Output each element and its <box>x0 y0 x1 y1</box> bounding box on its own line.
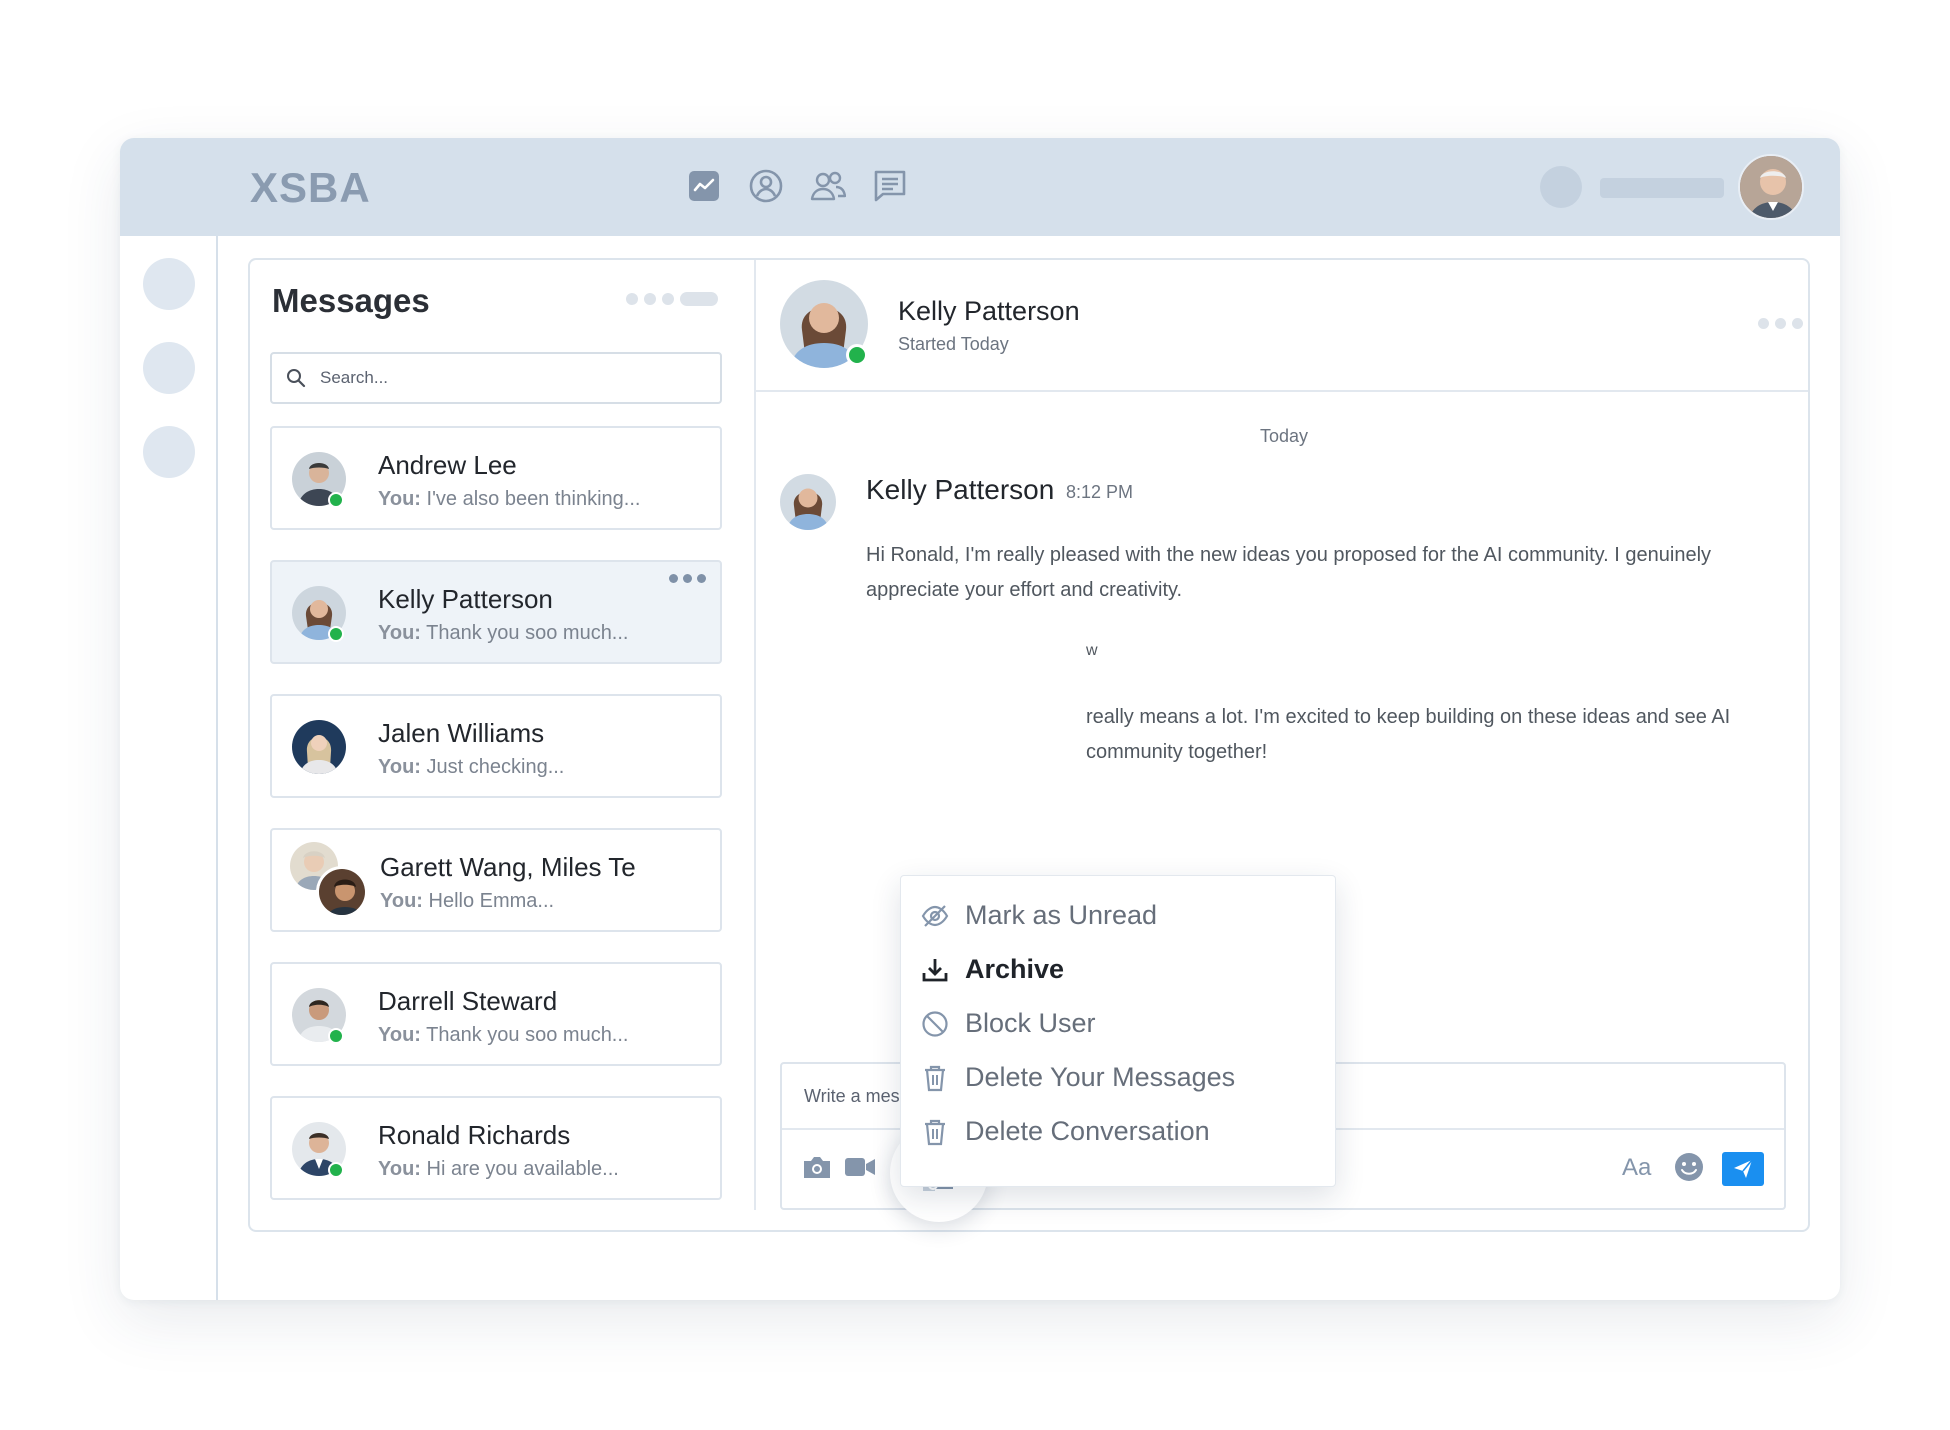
conversation-preview: You: I've also been thinking... <box>378 488 641 510</box>
menu-item-archive[interactable]: Archive <box>921 954 1064 985</box>
message-time: 8:12 PM <box>1066 482 1134 502</box>
top-bar: XSBA <box>120 138 1840 236</box>
conversation-name: Kelly Patterson <box>378 584 553 614</box>
account-icon[interactable] <box>746 166 786 206</box>
menu-item-delete-conversation[interactable]: Delete Conversation <box>921 1116 1210 1147</box>
search-placeholder: Search... <box>320 368 389 387</box>
download-icon <box>922 958 948 981</box>
chat-more-icon[interactable] <box>1758 318 1803 329</box>
search-icon <box>287 369 306 388</box>
app-window: XSBA Messages Search... Andrew Lee You: … <box>120 138 1840 1300</box>
message-text: Hi Ronald, I'm really pleased with the n… <box>866 544 1712 601</box>
avatar <box>316 866 368 918</box>
conversation-name: Andrew Lee <box>378 450 517 480</box>
video-icon[interactable] <box>844 1156 876 1178</box>
reply-text: really means a lot. I'm excited to keep … <box>1086 706 1731 763</box>
send-button[interactable] <box>1722 1152 1764 1186</box>
conversation-item-active[interactable]: Kelly Patterson You: Thank you soo much.… <box>270 560 722 664</box>
chat-contact-name: Kelly Patterson <box>898 296 1080 326</box>
message-avatar <box>780 474 836 530</box>
conversation-item[interactable]: Andrew Lee You: I've also been thinking.… <box>270 426 722 530</box>
conversation-preview: You: Just checking... <box>378 756 565 778</box>
menu-item-block-user[interactable]: Block User <box>921 1008 1096 1039</box>
list-divider <box>754 260 756 1210</box>
text-format-button[interactable]: Aa <box>1622 1154 1651 1182</box>
trash-icon <box>925 1065 945 1091</box>
menu-item-delete-messages[interactable]: Delete Your Messages <box>921 1062 1235 1093</box>
emoji-icon[interactable] <box>1674 1152 1704 1182</box>
chat-icon[interactable] <box>870 166 910 206</box>
conversation-item[interactable]: Ronald Richards You: Hi are you availabl… <box>270 1096 722 1200</box>
messages-options-placeholder[interactable] <box>626 292 718 306</box>
username-placeholder <box>1600 178 1724 198</box>
chat-subtitle: Started Today <box>898 334 1009 354</box>
block-icon <box>922 1010 948 1037</box>
send-icon <box>1734 1159 1753 1178</box>
eye-off-icon <box>921 904 949 927</box>
online-indicator <box>846 344 868 366</box>
analytics-icon[interactable] <box>684 166 724 206</box>
conversation-item[interactable]: Darrell Steward You: Thank you soo much.… <box>270 962 722 1066</box>
people-icon[interactable] <box>808 166 848 206</box>
search-input[interactable]: Search... <box>270 352 722 404</box>
rail-item-2[interactable] <box>143 342 195 394</box>
notification-placeholder <box>1540 166 1582 208</box>
side-rail <box>120 236 218 1300</box>
conversation-context-menu: Mark as Unread Archive Block User Delete… <box>900 875 1336 1187</box>
online-indicator <box>328 626 344 642</box>
app-logo[interactable]: XSBA <box>250 164 371 212</box>
online-indicator <box>328 492 344 508</box>
conversation-name: Garett Wang, Miles Te <box>380 852 636 882</box>
hidden-message-fragment: w <box>1086 642 1098 659</box>
day-separator: Today <box>1260 426 1309 446</box>
conversation-name: Darrell Steward <box>378 986 558 1016</box>
conversation-preview: You: Thank you soo much... <box>378 1024 629 1046</box>
conversation-item[interactable]: Jalen Williams You: Just checking... <box>270 694 722 798</box>
online-indicator <box>328 1028 344 1044</box>
messages-panel: Messages Search... Andrew Lee You: I've … <box>248 258 1810 1232</box>
message-author: Kelly Patterson <box>866 474 1055 505</box>
camera-icon[interactable] <box>802 1154 832 1180</box>
conversation-name: Jalen Williams <box>378 718 545 748</box>
conversation-name: Ronald Richards <box>378 1120 571 1150</box>
rail-item-1[interactable] <box>143 258 195 310</box>
conversation-preview: You: Hi are you available... <box>378 1158 619 1180</box>
conversation-more-icon[interactable] <box>669 574 706 583</box>
conversation-preview: You: Hello Emma... <box>380 890 555 912</box>
chat-header-divider <box>756 390 1808 392</box>
conversation-preview: You: Thank you soo much... <box>378 622 629 644</box>
avatar <box>292 720 346 774</box>
conversation-item-group[interactable]: Garett Wang, Miles Te You: Hello Emma... <box>270 828 722 932</box>
messages-title: Messages <box>272 282 430 319</box>
rail-item-3[interactable] <box>143 426 195 478</box>
trash-icon <box>925 1119 945 1145</box>
online-indicator <box>328 1162 344 1178</box>
menu-item-mark-unread[interactable]: Mark as Unread <box>921 900 1157 931</box>
user-avatar[interactable] <box>1738 154 1804 220</box>
